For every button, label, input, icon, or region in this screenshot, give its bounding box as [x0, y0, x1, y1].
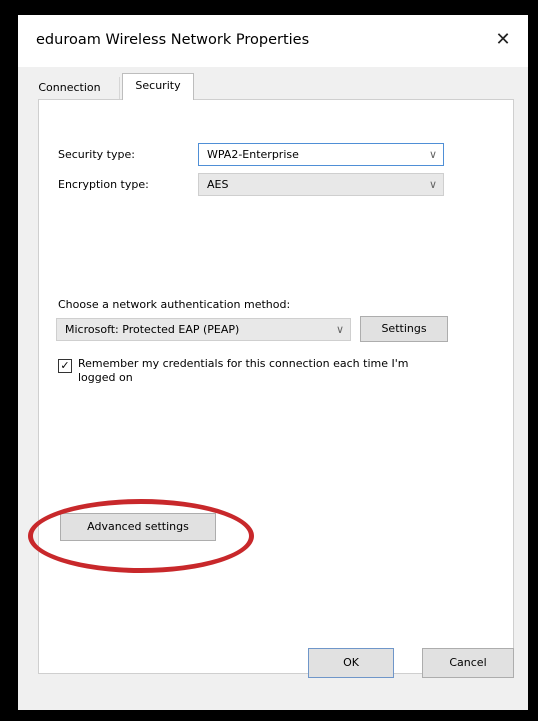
close-icon[interactable]: ✕: [488, 25, 518, 55]
properties-dialog: eduroam Wireless Network Properties ✕ Co…: [18, 15, 528, 710]
tab-security[interactable]: Security: [122, 73, 194, 100]
cancel-button[interactable]: Cancel: [422, 648, 514, 678]
auth-method-label: Choose a network authentication method:: [58, 298, 291, 311]
settings-button[interactable]: Settings: [360, 316, 448, 342]
auth-method-dropdown[interactable]: Microsoft: Protected EAP (PEAP) ∨: [56, 318, 351, 341]
security-type-dropdown[interactable]: WPA2-Enterprise ∨: [198, 143, 444, 166]
tab-connection[interactable]: Connection: [20, 77, 120, 99]
checkmark-icon: ✓: [60, 359, 70, 372]
ok-button[interactable]: OK: [308, 648, 394, 678]
encryption-type-dropdown[interactable]: AES ∨: [198, 173, 444, 196]
security-type-value: WPA2-Enterprise: [207, 148, 299, 161]
auth-method-value: Microsoft: Protected EAP (PEAP): [65, 323, 240, 336]
title-bar: eduroam Wireless Network Properties ✕: [18, 15, 528, 67]
chevron-down-icon: ∨: [428, 178, 437, 191]
window-title: eduroam Wireless Network Properties: [36, 32, 310, 48]
remember-credentials-label: Remember my credentials for this connect…: [78, 357, 409, 384]
remember-credentials-checkbox[interactable]: ✓: [58, 359, 72, 373]
chevron-down-icon: ∨: [335, 323, 344, 336]
chevron-down-icon: ∨: [428, 148, 437, 161]
encryption-type-label: Encryption type:: [58, 178, 149, 191]
security-type-label: Security type:: [58, 148, 135, 161]
encryption-type-value: AES: [207, 178, 229, 191]
advanced-settings-button[interactable]: Advanced settings: [60, 513, 216, 541]
